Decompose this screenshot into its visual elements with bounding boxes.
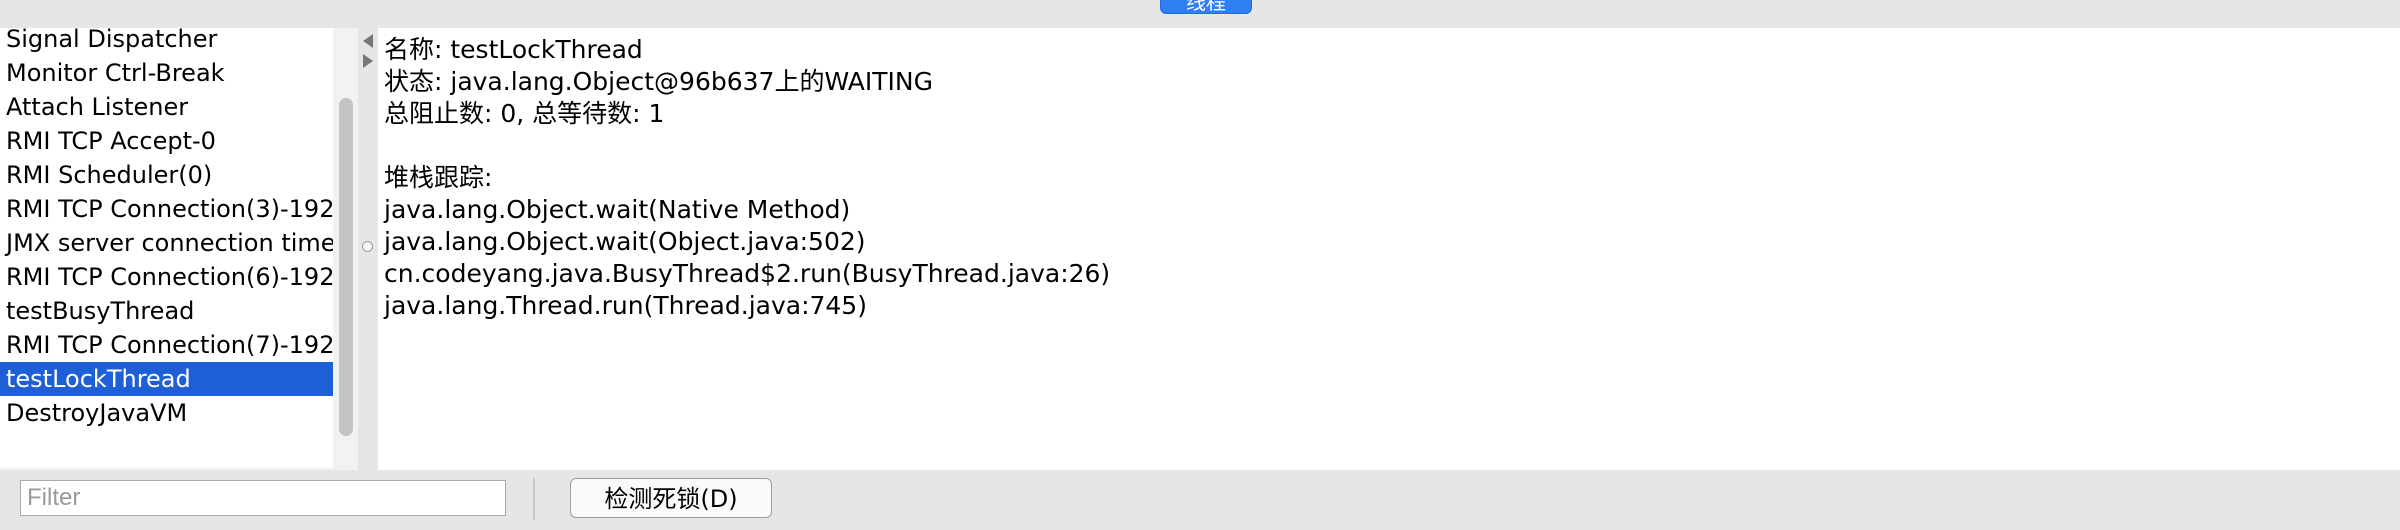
tab-threads[interactable]: 线程 — [1160, 0, 1252, 14]
thread-list-item[interactable]: RMI TCP Connection(6)-192 — [0, 260, 333, 294]
top-strip: 线程 — [0, 0, 2400, 28]
split-pane-divider[interactable] — [358, 28, 378, 470]
thread-counts-line: 总阻止数: 0, 总等待数: 1 — [384, 99, 665, 128]
thread-list-item[interactable]: JMX server connection timeo — [0, 226, 333, 260]
thread-list-item[interactable]: RMI Scheduler(0) — [0, 158, 333, 192]
stack-trace-header: 堆栈跟踪: — [384, 163, 493, 192]
thread-list-item[interactable]: RMI TCP Accept-0 — [0, 124, 333, 158]
detect-deadlock-button[interactable]: 检测死锁(D) — [570, 478, 772, 518]
expand-right-arrow-icon[interactable] — [363, 54, 373, 68]
filter-input[interactable] — [20, 480, 506, 516]
thread-list-item-selected[interactable]: testLockThread — [0, 362, 333, 396]
thread-list-item[interactable]: DestroyJavaVM — [0, 396, 333, 430]
toolbar-separator — [533, 478, 535, 520]
thread-list-item[interactable]: Signal Dispatcher — [0, 28, 333, 56]
thread-list-item[interactable]: RMI TCP Connection(7)-192 — [0, 328, 333, 362]
thread-list-item[interactable]: testBusyThread — [0, 294, 333, 328]
bottom-toolbar: 检测死锁(D) — [0, 470, 2400, 530]
list-vertical-scroll-thumb[interactable] — [339, 98, 353, 436]
thread-list-item[interactable]: Monitor Ctrl-Break — [0, 56, 333, 90]
divider-grip-icon[interactable] — [362, 241, 373, 252]
thread-list-item[interactable]: RMI TCP Connection(3)-192 — [0, 192, 333, 226]
stack-frame: java.lang.Object.wait(Object.java:502) — [384, 227, 866, 256]
thread-detail-pane: 名称: testLockThread 状态: java.lang.Object@… — [378, 28, 2400, 470]
list-vertical-scrollbar[interactable] — [333, 28, 358, 470]
stack-frame: cn.codeyang.java.BusyThread$2.run(BusyTh… — [384, 259, 1111, 288]
thread-name-line: 名称: testLockThread — [384, 35, 643, 64]
stack-frame: java.lang.Thread.run(Thread.java:745) — [384, 291, 867, 320]
stack-frame: java.lang.Object.wait(Native Method) — [384, 195, 851, 224]
thread-state-line: 状态: java.lang.Object@96b637上的WAITING — [384, 67, 933, 96]
thread-list-item[interactable]: Attach Listener — [0, 90, 333, 124]
collapse-left-arrow-icon[interactable] — [363, 34, 373, 48]
thread-list[interactable]: Signal Dispatcher Monitor Ctrl-Break Att… — [0, 28, 334, 470]
